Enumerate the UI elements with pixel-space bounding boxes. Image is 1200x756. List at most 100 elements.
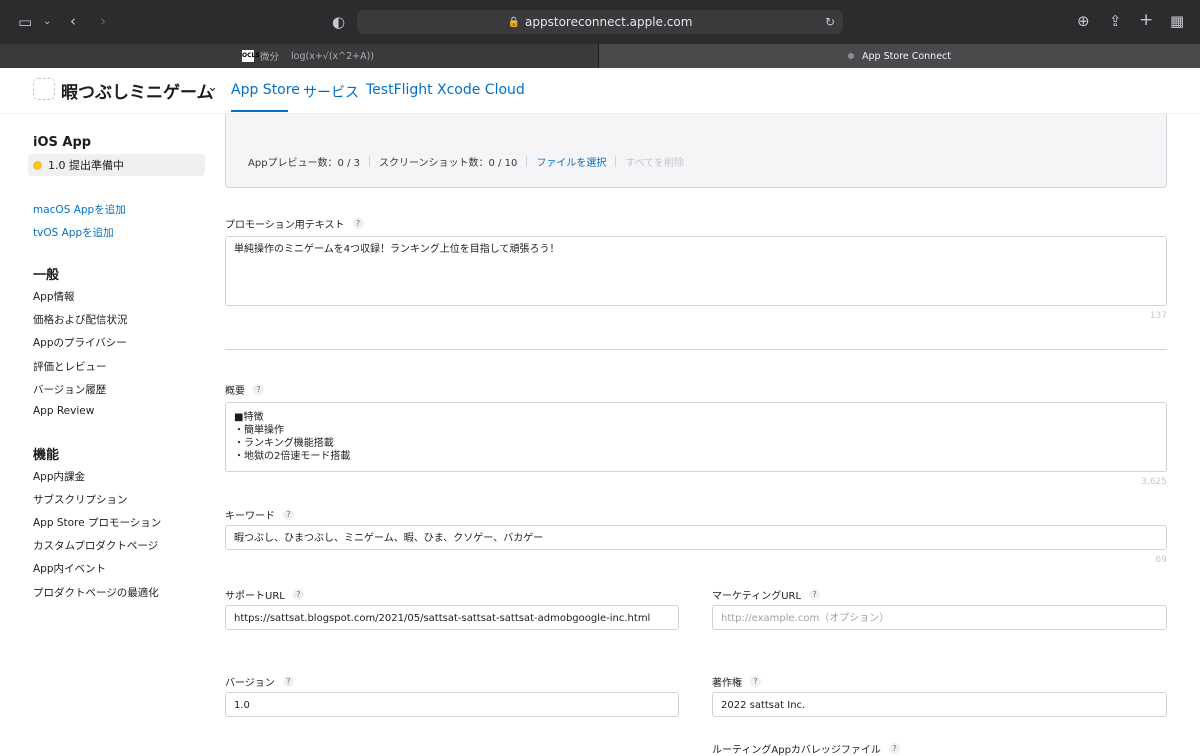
marketing-url-field[interactable]: http://example.com（オプション） <box>712 605 1167 630</box>
sidebar-item-pricing[interactable]: 価格および配信状況 <box>33 312 128 327</box>
version-status-label: 1.0 提出準備中 <box>48 159 124 172</box>
description-line: ・ランキング機能搭載 <box>234 438 334 449</box>
marketing-url-placeholder: http://example.com（オプション） <box>721 613 890 624</box>
sidebar-item-version-history[interactable]: バージョン履歴 <box>33 382 106 397</box>
new-tab-icon[interactable]: + <box>1139 12 1153 29</box>
tab-title-b: log(x+√(x^2+A)) <box>291 50 375 62</box>
general-section-title: 一般 <box>33 268 60 283</box>
routing-file-label-text: ルーティングAppカバレッジファイル <box>712 745 881 756</box>
keywords-char-count: 69 <box>1155 555 1167 565</box>
promo-text-label-text: プロモーション用テキスト <box>225 220 345 231</box>
copyright-value: 2022 sattsat Inc. <box>721 700 806 711</box>
sidebar-item-app-info[interactable]: App情報 <box>33 289 75 304</box>
chevron-down-icon[interactable]: ⌄ <box>207 80 218 95</box>
browser-toolbar: ▭ ⌄ ‹ › ◐ 🔒 appstoreconnect.apple.com ↻ … <box>0 0 1200 44</box>
add-tvos-app-link[interactable]: tvOS Appを追加 <box>33 225 114 240</box>
tab-favicon-icon <box>848 53 854 59</box>
description-line: ■特徴 <box>234 412 264 423</box>
reload-icon[interactable]: ↻ <box>825 15 835 29</box>
platform-title: iOS App <box>33 135 92 150</box>
keywords-label-text: キーワード <box>225 511 275 522</box>
divider <box>526 156 528 167</box>
version-field[interactable]: 1.0 <box>225 692 679 717</box>
promo-text-label: プロモーション用テキスト ? <box>225 216 364 231</box>
sidebar-item-page-optimization[interactable]: プロダクトページの最適化 <box>33 585 159 600</box>
description-line: ・地獄の2倍速モード搭載 <box>234 451 351 462</box>
preview-count: Appプレビュー数：0 / 3 <box>248 158 360 169</box>
version-label-text: バージョン <box>225 678 275 689</box>
chevron-down-icon[interactable]: ⌄ <box>43 14 51 30</box>
tab-testflight[interactable]: TestFlight <box>366 82 433 98</box>
url-text: appstoreconnect.apple.com <box>525 15 693 29</box>
help-icon[interactable]: ? <box>809 589 821 600</box>
description-field[interactable]: ■特徴 ・簡単操作 ・ランキング機能搭載 ・地獄の2倍速モード搭載 <box>225 402 1167 472</box>
marketing-url-label-text: マーケティングURL <box>712 591 802 602</box>
version-status-item[interactable]: 1.0 提出準備中 <box>28 154 205 176</box>
app-header: 暇つぶしミニゲーム ⌄ App Store サービス TestFlight Xc… <box>0 68 1200 114</box>
sidebar-item-subscriptions[interactable]: サブスクリプション <box>33 492 128 507</box>
help-icon[interactable]: ? <box>282 676 294 687</box>
copyright-label-text: 著作権 <box>712 678 742 689</box>
sidebar-item-iap[interactable]: App内課金 <box>33 469 85 484</box>
help-icon[interactable]: ? <box>253 384 264 395</box>
media-toolbar: Appプレビュー数：0 / 3 スクリーンショット数：0 / 10 ファイルを選… <box>248 154 684 169</box>
app-name[interactable]: 暇つぶしミニゲーム <box>61 78 214 103</box>
description-label: 概要 ? <box>225 382 264 397</box>
screenshot-count: スクリーンショット数：0 / 10 <box>379 158 518 169</box>
add-macos-app-link[interactable]: macOS Appを追加 <box>33 202 126 217</box>
description-label-text: 概要 <box>225 386 245 397</box>
support-url-value: https://sattsat.blogspot.com/2021/05/sat… <box>234 613 651 624</box>
delete-all-button[interactable]: すべてを削除 <box>625 154 684 169</box>
sidebar-item-privacy[interactable]: Appのプライバシー <box>33 335 127 350</box>
tab-title: App Store Connect <box>862 50 951 62</box>
forward-icon[interactable]: › <box>100 13 106 29</box>
sidebar-item-app-review[interactable]: App Review <box>33 405 94 417</box>
keywords-field[interactable]: 暇つぶし、ひまつぶし、ミニゲーム、暇、ひま、クソゲー、バカゲー <box>225 525 1167 550</box>
sidebar-toggle-icon[interactable]: ▭ <box>18 14 32 30</box>
sidebar-item-ratings[interactable]: 評価とレビュー <box>33 359 107 374</box>
tab-overview-icon[interactable]: ▦ <box>1170 13 1184 29</box>
help-icon[interactable]: ? <box>292 589 304 600</box>
sidebar-item-custom-pages[interactable]: カスタムプロダクトページ <box>33 538 158 553</box>
routing-file-label: ルーティングAppカバレッジファイル ? <box>712 741 900 756</box>
divider <box>615 156 617 167</box>
app-icon <box>33 78 55 100</box>
promo-text-field[interactable]: 単純操作のミニゲームを4つ収録！ランキング上位を目指して頑張ろう！ <box>225 236 1167 306</box>
description-line: ・簡単操作 <box>234 425 284 436</box>
description-char-count: 3,625 <box>1141 477 1167 487</box>
sidebar-item-promotion[interactable]: App Store プロモーション <box>33 515 161 530</box>
tab-services[interactable]: サービス <box>303 82 359 102</box>
back-icon[interactable]: ‹ <box>70 13 76 29</box>
section-divider <box>225 349 1167 350</box>
copyright-field[interactable]: 2022 sattsat Inc. <box>712 692 1167 717</box>
help-icon[interactable]: ? <box>750 676 761 687</box>
promo-text-value: 単純操作のミニゲームを4つ収録！ランキング上位を目指して頑張ろう！ <box>234 244 560 255</box>
share-icon[interactable]: ⇪ <box>1109 13 1122 29</box>
lock-icon: 🔒 <box>507 16 521 28</box>
support-url-label: サポートURL ? <box>225 587 304 602</box>
address-bar[interactable]: 🔒 appstoreconnect.apple.com ↻ <box>357 10 843 34</box>
tab-xcode-cloud[interactable]: Xcode Cloud <box>437 82 525 98</box>
copyright-label: 著作権 ? <box>712 674 761 689</box>
tab-app-store[interactable]: App Store <box>231 82 300 98</box>
version-label: バージョン ? <box>225 674 294 689</box>
sidebar: iOS App 1.0 提出準備中 macOS Appを追加 tvOS Appを… <box>0 114 215 750</box>
help-icon[interactable]: ? <box>283 509 294 520</box>
status-dot-icon <box>33 160 42 170</box>
help-icon[interactable]: ? <box>888 743 900 754</box>
sidebar-item-in-app-events[interactable]: App内イベント <box>33 561 106 576</box>
privacy-shield-icon[interactable]: ◐ <box>332 14 345 30</box>
tab-derivative[interactable]: OCLS 微分 log(x+√(x^2+A)) <box>0 44 598 68</box>
active-tab-indicator <box>231 110 288 112</box>
download-icon[interactable]: ⊕ <box>1077 13 1090 29</box>
choose-file-button[interactable]: ファイルを選択 <box>536 154 606 169</box>
keywords-label: キーワード ? <box>225 507 294 522</box>
promo-char-count: 137 <box>1149 311 1167 321</box>
help-icon[interactable]: ? <box>352 218 364 229</box>
support-url-label-text: サポートURL <box>225 591 285 602</box>
tab-favicon: OCLS <box>242 50 260 62</box>
tab-app-store-connect[interactable]: App Store Connect <box>599 44 1200 68</box>
support-url-field[interactable]: https://sattsat.blogspot.com/2021/05/sat… <box>225 605 679 630</box>
keywords-value: 暇つぶし、ひまつぶし、ミニゲーム、暇、ひま、クソゲー、バカゲー <box>234 533 544 544</box>
tab-bar: OCLS 微分 log(x+√(x^2+A)) App Store Connec… <box>0 44 1200 68</box>
